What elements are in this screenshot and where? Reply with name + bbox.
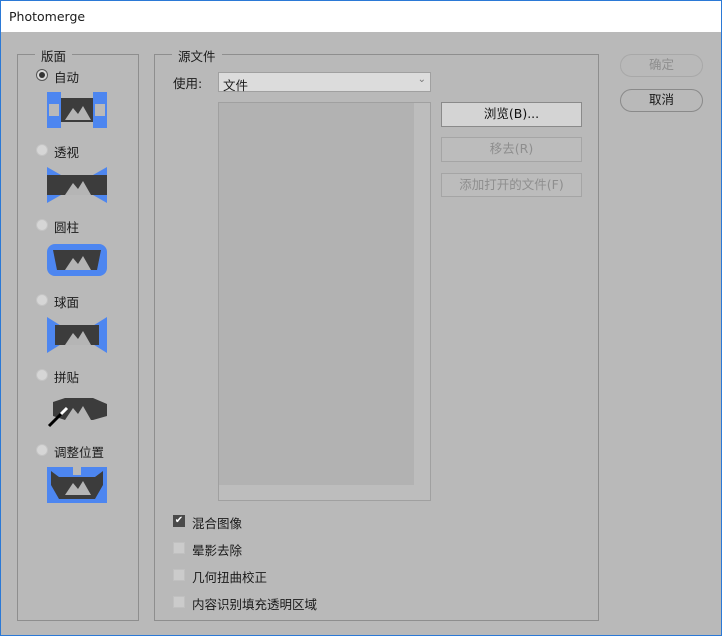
option-checkbox-3[interactable] xyxy=(173,596,185,608)
layout-radio-4[interactable] xyxy=(36,369,48,381)
layout-radio-2[interactable] xyxy=(36,219,48,231)
cancel-button[interactable]: 取消 xyxy=(620,89,703,112)
option-checkbox-0[interactable]: ✔ xyxy=(173,515,185,527)
layout-option-label[interactable]: 球面 xyxy=(54,292,79,311)
layout-option-label[interactable]: 调整位置 xyxy=(54,442,104,461)
layout-option-label[interactable]: 拼贴 xyxy=(54,367,79,386)
layout-radio-5[interactable] xyxy=(36,444,48,456)
option-label[interactable]: 混合图像 xyxy=(192,513,242,532)
layout-group-title: 版面 xyxy=(35,46,73,65)
option-checkbox-1[interactable] xyxy=(173,542,185,554)
layout-option-label[interactable]: 圆柱 xyxy=(54,217,79,236)
ok-button[interactable]: 确定 xyxy=(620,54,703,77)
option-label[interactable]: 内容识别填充透明区域 xyxy=(192,594,317,613)
use-label: 使用: xyxy=(173,76,203,91)
auto-layout-icon[interactable] xyxy=(45,90,109,130)
checkmark-icon: ✔ xyxy=(174,515,184,526)
title-bar: Photomerge xyxy=(1,1,721,32)
add-open-files-button[interactable]: 添加打开的文件(F) xyxy=(441,173,582,197)
layout-option-label[interactable]: 透视 xyxy=(54,142,79,161)
remove-button[interactable]: 移去(R) xyxy=(441,137,582,162)
layout-radio-1[interactable] xyxy=(36,144,48,156)
layout-option-label[interactable]: 自动 xyxy=(54,67,79,86)
cylindrical-layout-icon[interactable] xyxy=(45,240,109,280)
reposition-layout-icon[interactable] xyxy=(45,465,109,505)
option-checkbox-2[interactable] xyxy=(173,569,185,581)
layout-radio-3[interactable] xyxy=(36,294,48,306)
option-label[interactable]: 几何扭曲校正 xyxy=(192,567,267,586)
source-group-title: 源文件 xyxy=(172,46,222,65)
photomerge-dialog: Photomerge 版面 自动 透视 圆柱 球面 拼贴 调整位置 源文件 使用… xyxy=(0,0,722,636)
perspective-layout-icon[interactable] xyxy=(45,165,109,205)
collage-layout-icon[interactable] xyxy=(45,390,109,430)
use-select[interactable]: 文件 ⌄ xyxy=(218,72,431,93)
option-label[interactable]: 晕影去除 xyxy=(192,540,242,559)
spherical-layout-icon[interactable] xyxy=(45,315,109,355)
chevron-down-icon: ⌄ xyxy=(417,74,426,85)
browse-button[interactable]: 浏览(B)... xyxy=(441,102,582,127)
layout-radio-0[interactable] xyxy=(36,69,48,81)
use-select-value: 文件 xyxy=(223,78,249,93)
window-title: Photomerge xyxy=(9,9,86,24)
file-list[interactable] xyxy=(218,102,431,501)
file-list-content-area xyxy=(219,103,414,485)
